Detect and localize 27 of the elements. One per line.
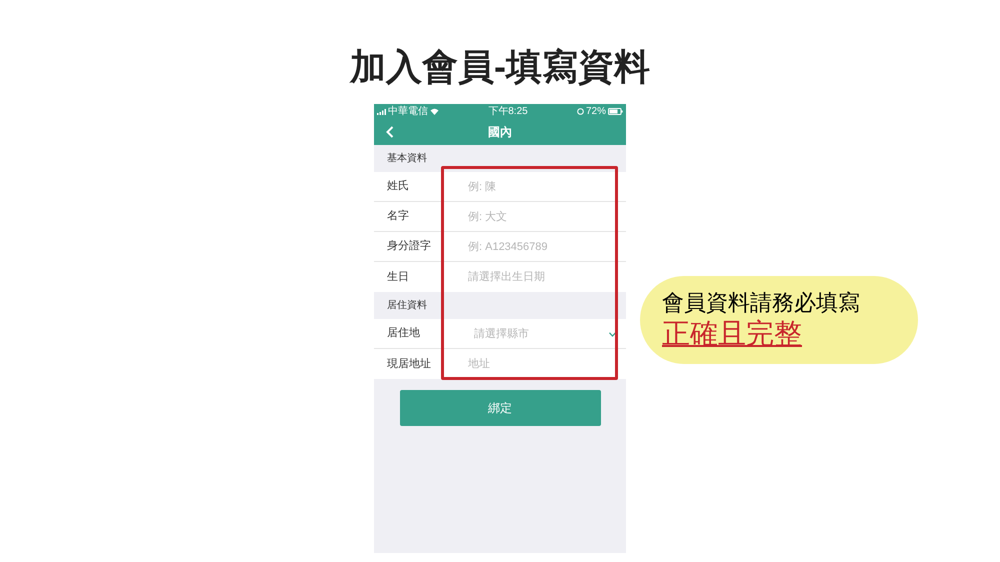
field-label: 身分證字 [386,238,432,254]
field-label: 居住地 [386,326,421,342]
back-icon[interactable] [386,126,394,138]
signal-icon [377,108,386,114]
bind-button[interactable]: 綁定 [400,390,600,426]
select-field[interactable]: 請選擇縣市 [454,322,594,344]
battery-percent: 72% [586,105,606,119]
input-field[interactable]: 請選擇出生日期 [454,266,594,288]
slide-title: 加入會員-填寫資料 [350,45,650,89]
section-header: 居住資料 [386,298,427,313]
field-label: 姓氏 [386,179,410,194]
status-time: 下午8:25 [488,105,528,119]
battery-icon [608,108,623,115]
input-field[interactable]: 例: 大文 [454,206,594,228]
carrier-name: 中華電信 [388,104,428,119]
section-header: 基本資料 [386,152,427,166]
callout-emphasis: 正確且完整 [662,317,802,351]
input-field[interactable]: 例: A123456789 [454,236,594,258]
wifi-icon [430,108,439,115]
field-label: 現居地址 [386,356,432,372]
field-label: 名字 [386,208,410,224]
callout-text: 會員資料請務必填寫 [662,289,861,317]
chevron-down-icon [609,332,616,337]
input-field[interactable]: 地址 [454,353,594,375]
nav-title: 國內 [488,124,512,141]
field-label: 生日 [386,270,410,285]
input-field[interactable]: 例: 陳 [454,176,594,198]
